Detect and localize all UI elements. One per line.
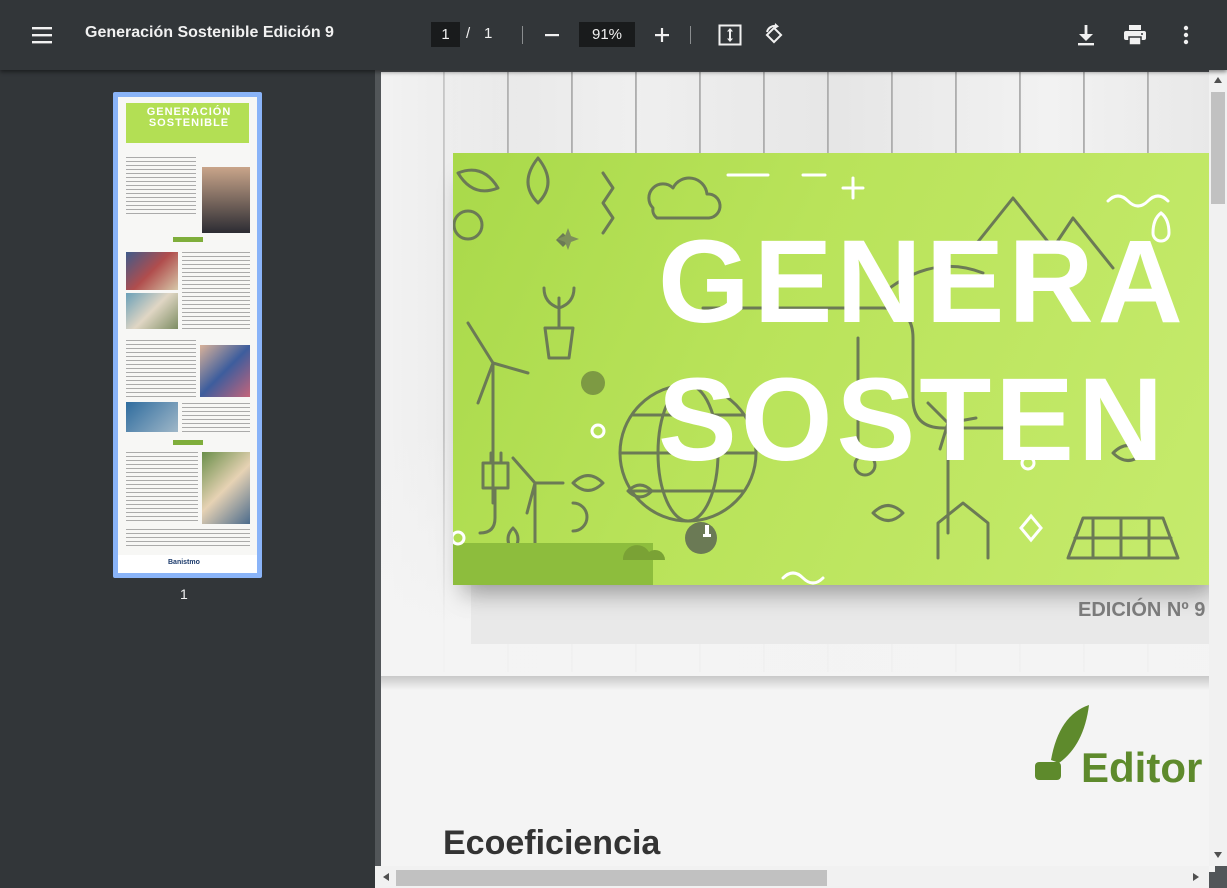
- download-button[interactable]: [1070, 19, 1102, 51]
- thumbnail-footer-logo: Banistmo: [168, 559, 200, 566]
- horizontal-scroll-thumb[interactable]: [396, 870, 827, 886]
- section-divider: [381, 676, 1215, 690]
- thumbnail-photo: [200, 345, 250, 397]
- more-icon: [1183, 25, 1189, 45]
- cover-banner: GENERA SOSTEN: [453, 153, 1215, 585]
- zoom-in-button[interactable]: [648, 21, 676, 49]
- thumbnail-text-block: [182, 252, 250, 332]
- thumbnail-photo: [202, 452, 250, 524]
- print-icon: [1124, 25, 1146, 46]
- thumbnail-text-block: [126, 452, 198, 524]
- menu-icon: [32, 27, 52, 44]
- toolbar-divider: [690, 26, 691, 44]
- thumbnail-sidebar: GENERACIÓN SOSTENIBLE Banistmo 1: [0, 70, 375, 888]
- scroll-up-icon[interactable]: [1213, 76, 1223, 84]
- thumbnail-text-block: [126, 340, 196, 400]
- page-number-input[interactable]: 1: [431, 22, 460, 47]
- thumbnail-text-block: [182, 403, 250, 433]
- print-button[interactable]: [1119, 19, 1151, 51]
- fit-to-page-button[interactable]: [714, 19, 746, 51]
- thumbnail-photo: [202, 167, 250, 233]
- document-viewer[interactable]: GENERA SOSTEN EDICIÓN Nº 9 Editor Ecoefi…: [375, 70, 1227, 888]
- thumbnail-heading: [173, 237, 203, 242]
- scroll-down-icon[interactable]: [1213, 851, 1223, 859]
- editorial-heading: Editor: [1081, 744, 1203, 791]
- download-icon: [1078, 25, 1094, 46]
- thumbnail-footer: Banistmo: [118, 555, 257, 573]
- rotate-icon: [765, 23, 783, 44]
- thumbnail-photo: [126, 402, 178, 432]
- scroll-left-icon[interactable]: [382, 872, 390, 882]
- total-pages: 1: [484, 25, 493, 42]
- article-heading: Ecoeficiencia: [443, 824, 661, 862]
- fit-page-icon: [718, 24, 742, 46]
- quill-icon: [1035, 705, 1089, 780]
- toolbar-divider: [522, 26, 523, 44]
- zoom-out-icon: [545, 34, 559, 37]
- more-actions-button[interactable]: [1170, 19, 1202, 51]
- thumbnail-photo: [126, 252, 178, 290]
- thumbnail-preview: GENERACIÓN SOSTENIBLE Banistmo: [118, 97, 257, 573]
- scroll-right-icon[interactable]: [1192, 872, 1200, 882]
- vertical-scroll-thumb[interactable]: [1211, 92, 1225, 204]
- edition-label: EDICIÓN Nº 9: [1078, 599, 1206, 621]
- thumbnail-photo: [126, 293, 178, 329]
- thumbnail-page-number: 1: [180, 586, 188, 602]
- document-title: Generación Sostenible Edición 9: [85, 24, 334, 41]
- page-separator: /: [466, 25, 471, 42]
- page-thumbnail[interactable]: GENERACIÓN SOSTENIBLE Banistmo: [113, 92, 262, 578]
- rotate-button[interactable]: [758, 19, 790, 51]
- thumbnail-heading: [173, 440, 203, 445]
- banner-title-line2: SOSTEN: [658, 354, 1168, 486]
- banner-title-line1: GENERA: [658, 216, 1187, 348]
- thumbnail-text-block: [126, 157, 196, 217]
- thumbnail-banner-title: GENERACIÓN SOSTENIBLE: [146, 106, 232, 129]
- zoom-level-input[interactable]: 91%: [579, 22, 635, 47]
- pdf-toolbar: Generación Sostenible Edición 9 1 / 1 91…: [0, 0, 1227, 70]
- zoom-out-button[interactable]: [538, 21, 566, 49]
- thumbnail-text-block: [126, 529, 250, 549]
- menu-button[interactable]: [22, 15, 62, 55]
- zoom-in-icon: [655, 28, 669, 42]
- thumbnail-banner: GENERACIÓN SOSTENIBLE: [126, 103, 249, 143]
- pdf-page: GENERA SOSTEN EDICIÓN Nº 9 Editor Ecoefi…: [381, 72, 1215, 872]
